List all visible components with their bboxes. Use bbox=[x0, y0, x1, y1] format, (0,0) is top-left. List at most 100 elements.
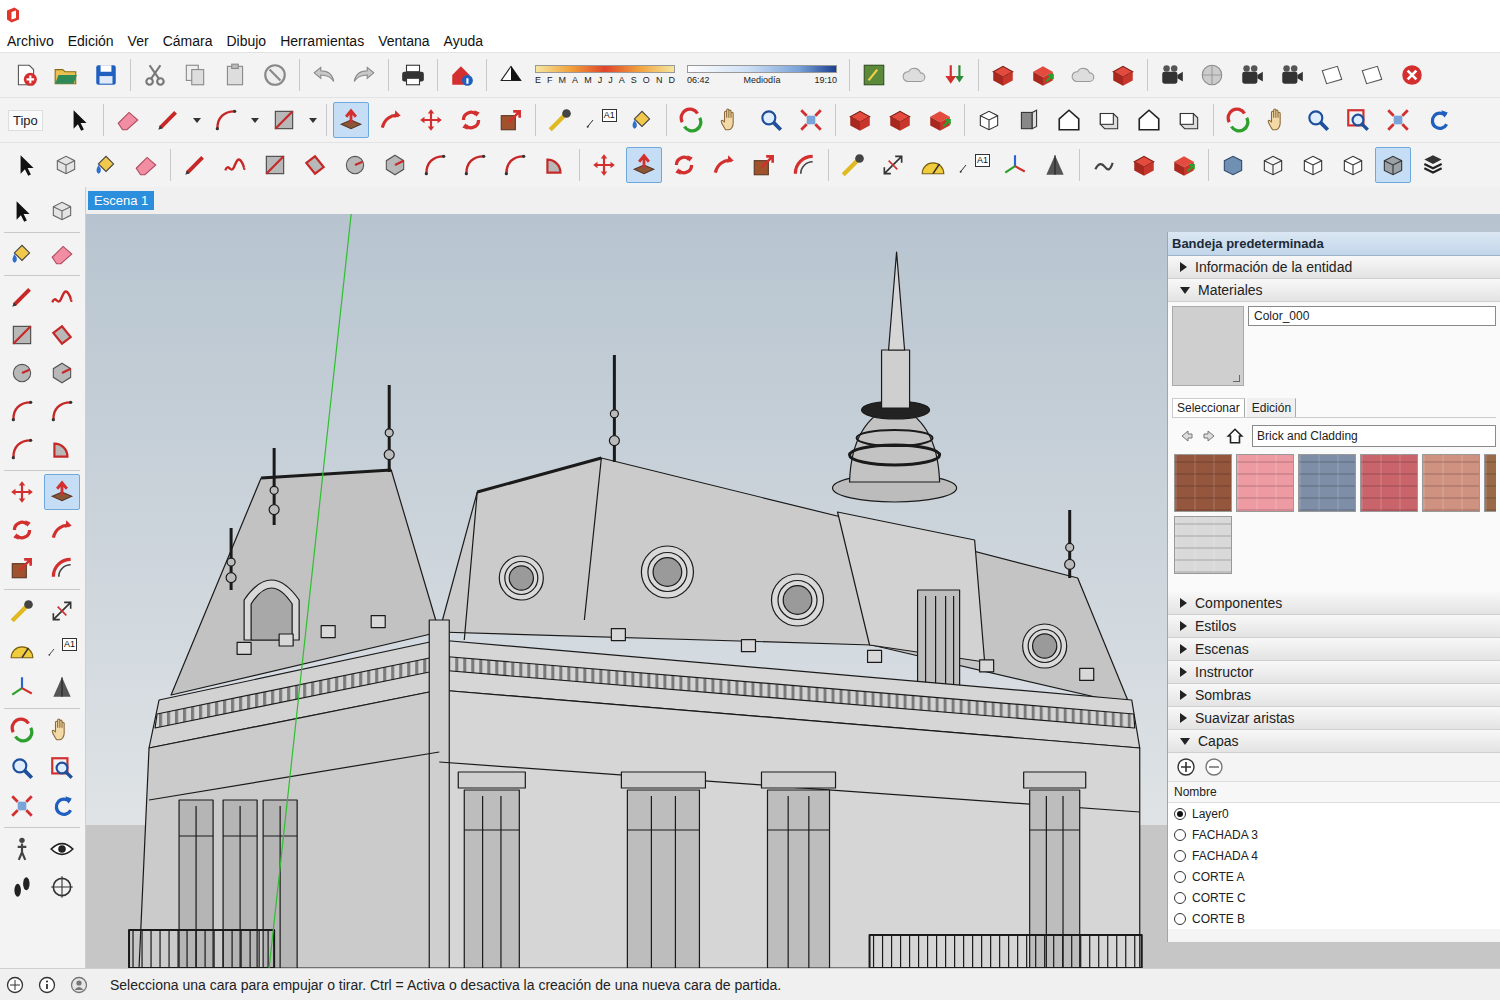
remove-layer-icon[interactable] bbox=[1204, 757, 1224, 777]
follow-tool-button[interactable] bbox=[373, 102, 409, 138]
move-tool-button[interactable] bbox=[4, 474, 40, 510]
close-tool-button[interactable] bbox=[1394, 57, 1430, 93]
zoomwin-tool-button[interactable] bbox=[44, 750, 80, 786]
rect-tool-button[interactable] bbox=[257, 147, 293, 183]
material-tab[interactable]: Seleccionar bbox=[1172, 398, 1245, 417]
plane-tool-button[interactable] bbox=[1354, 57, 1390, 93]
push-tool-button[interactable] bbox=[333, 102, 369, 138]
protractor-tool-button[interactable] bbox=[4, 631, 40, 667]
layer-radio[interactable] bbox=[1174, 892, 1186, 904]
scale-tool-button[interactable] bbox=[493, 102, 529, 138]
material-swatch[interactable] bbox=[1422, 454, 1480, 512]
layer-radio[interactable] bbox=[1174, 808, 1186, 820]
hidden-tool-button[interactable] bbox=[1295, 147, 1331, 183]
layer-radio[interactable] bbox=[1174, 829, 1186, 841]
iso-tool-button[interactable] bbox=[971, 102, 1007, 138]
sandbox-tool-button[interactable] bbox=[1086, 147, 1122, 183]
previous-tool-button[interactable] bbox=[1420, 102, 1456, 138]
tray-section[interactable]: Capas bbox=[1168, 730, 1500, 753]
home-icon[interactable] bbox=[1226, 427, 1244, 445]
tray-section[interactable]: Estilos bbox=[1168, 615, 1500, 638]
warehouse-tool-button[interactable] bbox=[1126, 147, 1162, 183]
arc-tool-button[interactable] bbox=[417, 147, 453, 183]
viewport[interactable]: Bandeja predeterminadaInformación de la … bbox=[86, 214, 1500, 968]
component-tool-button[interactable] bbox=[48, 147, 84, 183]
share-tool-button[interactable] bbox=[1025, 57, 1061, 93]
zoom-tool-button[interactable] bbox=[4, 750, 40, 786]
layer-radio[interactable] bbox=[1174, 913, 1186, 925]
menu-item[interactable]: Archivo bbox=[7, 33, 54, 49]
paint-tool-button[interactable] bbox=[88, 147, 124, 183]
zoom-tool-button[interactable] bbox=[1300, 102, 1336, 138]
download-tool-button[interactable] bbox=[936, 57, 972, 93]
scale-tool-button[interactable] bbox=[4, 550, 40, 586]
freehand-tool-button[interactable] bbox=[44, 279, 80, 315]
undo-tool-button[interactable] bbox=[306, 57, 342, 93]
menu-item[interactable]: Ver bbox=[128, 33, 149, 49]
shaded-tool-button[interactable] bbox=[1375, 147, 1411, 183]
globe-tool-button[interactable] bbox=[1194, 57, 1230, 93]
select-tool-button[interactable] bbox=[4, 193, 40, 229]
material-swatch[interactable] bbox=[1298, 454, 1356, 512]
sectionplane-tool-button[interactable] bbox=[44, 869, 80, 905]
layers-header[interactable]: Nombre bbox=[1168, 781, 1500, 803]
axes-tool-button[interactable] bbox=[4, 669, 40, 705]
arc-tool-button[interactable] bbox=[497, 147, 533, 183]
dimension-tool-button[interactable] bbox=[875, 147, 911, 183]
pencil-tool-button[interactable] bbox=[150, 102, 186, 138]
copy-tool-button[interactable] bbox=[177, 57, 213, 93]
layer-row[interactable]: CORTE A bbox=[1168, 866, 1500, 887]
orbit-tool-button[interactable] bbox=[4, 712, 40, 748]
tape-tool-button[interactable] bbox=[4, 593, 40, 629]
pan-tool-button[interactable] bbox=[713, 102, 749, 138]
extents-tool-button[interactable] bbox=[1380, 102, 1416, 138]
xray-tool-button[interactable] bbox=[1215, 147, 1251, 183]
layer-radio[interactable] bbox=[1174, 850, 1186, 862]
pie-tool-button[interactable] bbox=[44, 431, 80, 467]
select-tool-button[interactable] bbox=[8, 147, 44, 183]
tray-section[interactable]: Materiales bbox=[1168, 279, 1500, 302]
add-layer-icon[interactable] bbox=[1176, 757, 1196, 777]
polygon-tool-button[interactable] bbox=[377, 147, 413, 183]
camera-tool-button[interactable] bbox=[1274, 57, 1310, 93]
dropdown-arrow[interactable] bbox=[193, 118, 201, 123]
layer-row[interactable]: CORTE B bbox=[1168, 908, 1500, 929]
freehand-tool-button[interactable] bbox=[217, 147, 253, 183]
layer-row[interactable]: FACHADA 3 bbox=[1168, 824, 1500, 845]
tray-section[interactable]: Sombras bbox=[1168, 684, 1500, 707]
time-slider[interactable]: 06:42Mediodía19:10 bbox=[687, 65, 837, 85]
tray-section[interactable]: Componentes bbox=[1168, 592, 1500, 615]
dimension-tool-button[interactable] bbox=[44, 593, 80, 629]
rotate-tool-button[interactable] bbox=[666, 147, 702, 183]
material-swatch[interactable] bbox=[1174, 454, 1232, 512]
menu-item[interactable]: Edición bbox=[68, 33, 114, 49]
material-swatch[interactable] bbox=[1484, 454, 1496, 512]
top-tool-button[interactable] bbox=[1091, 102, 1127, 138]
arc-tool-button[interactable] bbox=[208, 102, 244, 138]
material-swatch[interactable] bbox=[1174, 516, 1232, 574]
eraser-tool-button[interactable] bbox=[44, 236, 80, 272]
warehouse-tool-button[interactable] bbox=[882, 102, 918, 138]
orbit-tool-button[interactable] bbox=[673, 102, 709, 138]
material-swatch[interactable] bbox=[1236, 454, 1294, 512]
follow-tool-button[interactable] bbox=[706, 147, 742, 183]
plane-tool-button[interactable] bbox=[1314, 57, 1350, 93]
push-tool-button[interactable] bbox=[44, 474, 80, 510]
info-tool-button[interactable] bbox=[444, 57, 480, 93]
material-tab[interactable]: Edición bbox=[1247, 398, 1296, 417]
cloud-tool-button[interactable] bbox=[896, 57, 932, 93]
account-status-icon[interactable] bbox=[70, 976, 88, 994]
hidden-tool-button[interactable] bbox=[1335, 147, 1371, 183]
pan-tool-button[interactable] bbox=[44, 712, 80, 748]
warehouse-tool-button[interactable] bbox=[985, 57, 1021, 93]
tray-section[interactable]: Información de la entidad bbox=[1168, 256, 1500, 279]
share-tool-button[interactable] bbox=[922, 102, 958, 138]
arc-tool-button[interactable] bbox=[44, 393, 80, 429]
circle-tool-button[interactable] bbox=[4, 355, 40, 391]
menu-item[interactable]: Ayuda bbox=[444, 33, 483, 49]
follow-tool-button[interactable] bbox=[44, 512, 80, 548]
component-tool-button[interactable] bbox=[44, 193, 80, 229]
arc-tool-button[interactable] bbox=[457, 147, 493, 183]
delete-tool-button[interactable] bbox=[257, 57, 293, 93]
arc-tool-button[interactable] bbox=[4, 393, 40, 429]
